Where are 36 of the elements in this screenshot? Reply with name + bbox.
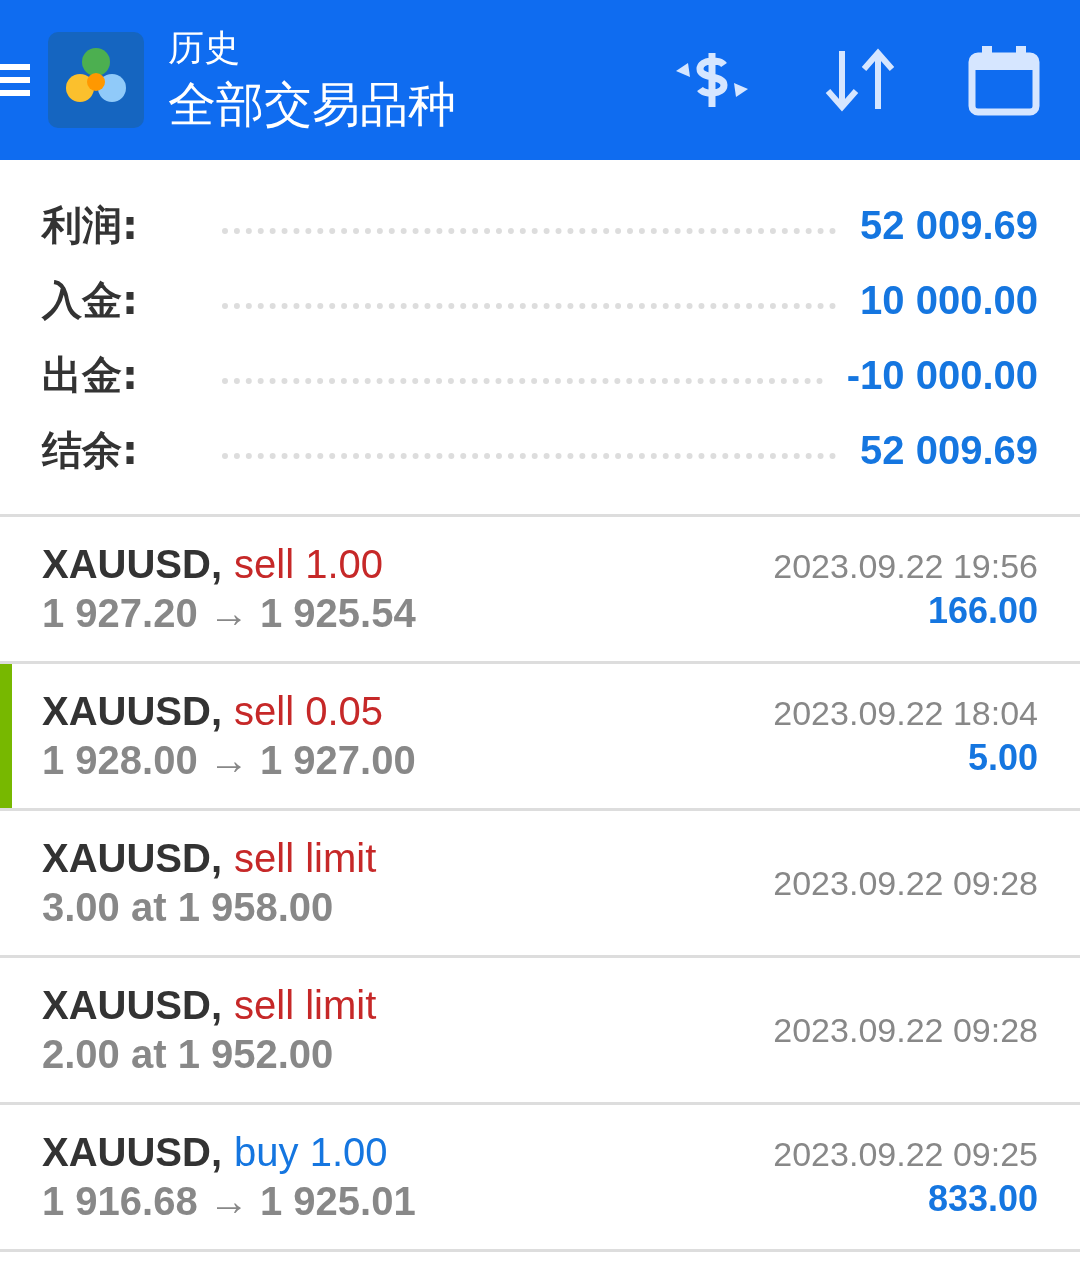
summary-value: 52 009.69 (860, 428, 1038, 473)
order-symbol: XAUUSD, (42, 983, 223, 1028)
order-action: sell 1.00 (234, 542, 383, 587)
order-action: buy 1.00 (234, 1130, 388, 1175)
order-prices: 2.00 at 1 952.00 (42, 1032, 334, 1077)
order-profit: 5.00 (967, 736, 1038, 779)
order-action: sell limit (234, 983, 377, 1028)
summary-label: 入金: (42, 276, 139, 325)
summary-value: 10 000.00 (860, 278, 1038, 323)
order-time: 2023.09.22 09:25 (773, 1134, 1038, 1174)
order-time: 2023.09.22 18:04 (773, 693, 1038, 733)
order-time: 2023.09.22 19:56 (773, 546, 1038, 586)
summary-value: 52 009.69 (860, 203, 1038, 248)
order-symbol: XAUUSD, (42, 689, 223, 734)
order-profit: 833.00 (927, 1177, 1038, 1220)
order-prices: 1 928.00 → 1 927.00 (42, 738, 416, 783)
app-logo-icon (48, 32, 144, 128)
summary-value: -10 000.00 (846, 353, 1038, 398)
order-time: 2023.09.22 09:28 (773, 1010, 1038, 1050)
summary-label: 结余: (42, 426, 139, 475)
order-symbol: XAUUSD, (42, 542, 223, 587)
order-profit: 166.00 (927, 589, 1038, 632)
order-prices: 1 916.68 → 1 925.01 (42, 1179, 416, 1224)
order-action: sell limit (234, 836, 377, 881)
order-prices: 1 927.20 → 1 925.54 (42, 591, 416, 636)
order-symbol: XAUUSD, (42, 1130, 223, 1175)
summary-label: 利润: (42, 201, 139, 250)
order-symbol: XAUUSD, (42, 836, 223, 881)
order-prices: 3.00 at 1 958.00 (42, 885, 334, 930)
symbol-filter[interactable]: 全部交易品种 (168, 72, 602, 137)
calendar-icon[interactable] (968, 44, 1040, 116)
order-time: 2023.09.22 09:28 (773, 863, 1038, 903)
summary-label: 出金: (42, 351, 139, 400)
order-row[interactable]: XAUUSD, sell 0.05 1 928.00 → 1 927.00 2023.09.22 18:04 5.00 (0, 664, 1080, 811)
screen-title: 历史 (168, 25, 241, 70)
order-action: sell 0.05 (234, 689, 383, 734)
